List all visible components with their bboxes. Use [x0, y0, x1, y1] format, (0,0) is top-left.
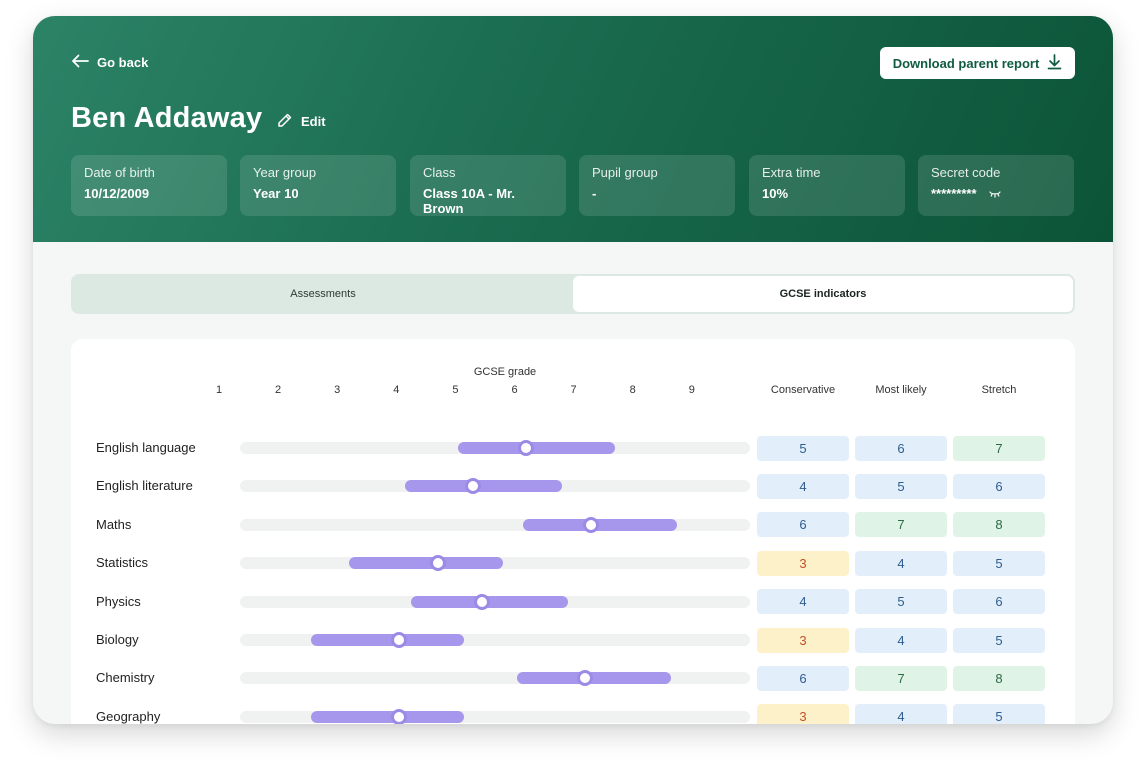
most-likely-grade-cell: 4 [855, 627, 947, 653]
grade-axis-title: GCSE grade [473, 366, 537, 378]
info-date-of-birth: Date of birth 10/12/2009 [71, 155, 227, 216]
grade-tick-label: 7 [570, 384, 577, 396]
subject-name: Physics [96, 593, 141, 609]
conservative-grade-cell: 4 [757, 473, 849, 499]
arrow-left-icon [71, 54, 89, 71]
grade-tick-label: 1 [215, 384, 223, 396]
grade-tick-label: 9 [688, 384, 695, 396]
info-label: Pupil group [592, 165, 658, 180]
info-label: Class [423, 165, 456, 180]
subject-name: English language [96, 440, 196, 455]
edit-button[interactable]: Edit [277, 112, 326, 131]
grade-tick-label: 5 [452, 384, 459, 396]
download-label: Download parent report [892, 55, 1040, 71]
conservative-grade-cell: 4 [757, 589, 849, 615]
grade-estimate-marker [391, 708, 408, 724]
info-pupil-group: Pupil group - [579, 155, 735, 216]
most-likely-grade-cell: 4 [855, 704, 947, 724]
grade-range-bar [349, 557, 503, 570]
info-value: Class 10A - Mr. Brown [423, 186, 516, 216]
download-icon [1047, 53, 1062, 73]
conservative-grade-cell: 6 [757, 512, 849, 538]
conservative-grade-cell: 3 [757, 627, 849, 653]
pupil-profile-card: Go back Download parent report Ben Addaw… [33, 16, 1113, 724]
stretch-grade-cell: 8 [953, 665, 1045, 691]
stretch-grade-cell: 5 [953, 550, 1045, 576]
grade-estimate-marker [473, 593, 490, 610]
info-label: Extra time [762, 165, 821, 180]
info-label: Date of birth [84, 165, 155, 180]
info-secret-code: Secret code ********* [918, 155, 1074, 216]
info-value-row: ********* [931, 186, 1061, 201]
grade-range-bar [517, 672, 672, 685]
info-label: Secret code [931, 165, 1001, 180]
subject-name: Chemistry [96, 670, 155, 686]
info-label: Year group [253, 165, 317, 180]
stretch-column-header: Stretch [981, 384, 1017, 396]
conservative-grade-cell: 3 [757, 704, 849, 724]
pupil-name: Ben Addaway [71, 102, 263, 134]
info-extra-time: Extra time 10% [749, 155, 905, 216]
view-tabs: Assessments GCSE indicators [71, 274, 1075, 314]
most-likely-grade-cell: 5 [855, 473, 947, 499]
grade-range-track [240, 672, 750, 685]
pupil-header: Go back Download parent report Ben Addaw… [33, 16, 1113, 242]
grade-tick-label: 4 [393, 384, 400, 396]
grade-tick-label: 2 [275, 384, 282, 396]
stretch-grade-cell: 6 [953, 589, 1045, 615]
eye-closed-icon[interactable] [988, 186, 1001, 201]
subject-name: Geography [96, 708, 161, 724]
grade-tick-label: 3 [334, 384, 341, 396]
pencil-icon [277, 112, 293, 131]
subject-name: Maths [96, 516, 132, 532]
tab-gcse-indicators[interactable]: GCSE indicators [573, 276, 1073, 312]
grade-tick-label: 8 [629, 384, 636, 396]
info-value: - [592, 186, 597, 201]
go-back-link[interactable]: Go back [71, 54, 148, 71]
download-parent-report-button[interactable]: Download parent report [880, 47, 1075, 79]
info-value: 10% [762, 186, 789, 201]
edit-label: Edit [301, 114, 326, 129]
stretch-grade-cell: 7 [953, 435, 1045, 461]
most-likely-grade-cell: 7 [855, 665, 947, 691]
subject-name: English literature [96, 478, 193, 494]
grade-estimate-marker [429, 555, 446, 572]
most-likely-grade-cell: 4 [855, 550, 947, 576]
tab-assessments[interactable]: Assessments [73, 276, 573, 312]
grade-range-bar [458, 442, 615, 454]
stretch-grade-cell: 5 [953, 627, 1045, 653]
stretch-grade-cell: 5 [953, 704, 1045, 724]
conservative-grade-cell: 5 [757, 435, 849, 461]
grade-range-bar [405, 480, 562, 493]
grade-range-bar [523, 518, 678, 531]
info-year-group: Year group Year 10 [240, 155, 396, 216]
stretch-grade-cell: 8 [953, 512, 1045, 538]
grade-range-bar [310, 634, 465, 646]
subject-name: Statistics [96, 555, 149, 571]
most-likely-column-header: Most likely [875, 384, 927, 396]
gcse-indicators-panel: GCSE grade Conservative Most likely Stre… [71, 339, 1075, 724]
info-value: Year 10 [253, 186, 299, 201]
info-class: Class Class 10A - Mr. Brown [410, 155, 566, 216]
grade-tick-label: 6 [511, 384, 518, 396]
stretch-grade-cell: 6 [953, 473, 1045, 499]
conservative-grade-cell: 3 [757, 550, 849, 576]
secret-code-value: ********* [931, 186, 977, 201]
info-value: 10/12/2009 [84, 186, 150, 201]
conservative-column-header: Conservative [770, 384, 836, 396]
most-likely-grade-cell: 6 [855, 435, 947, 461]
most-likely-grade-cell: 5 [855, 589, 947, 615]
grade-range-bar [310, 710, 465, 723]
go-back-label: Go back [97, 55, 149, 70]
conservative-grade-cell: 6 [757, 665, 849, 691]
most-likely-grade-cell: 7 [855, 512, 947, 538]
subject-name: Biology [96, 632, 139, 647]
